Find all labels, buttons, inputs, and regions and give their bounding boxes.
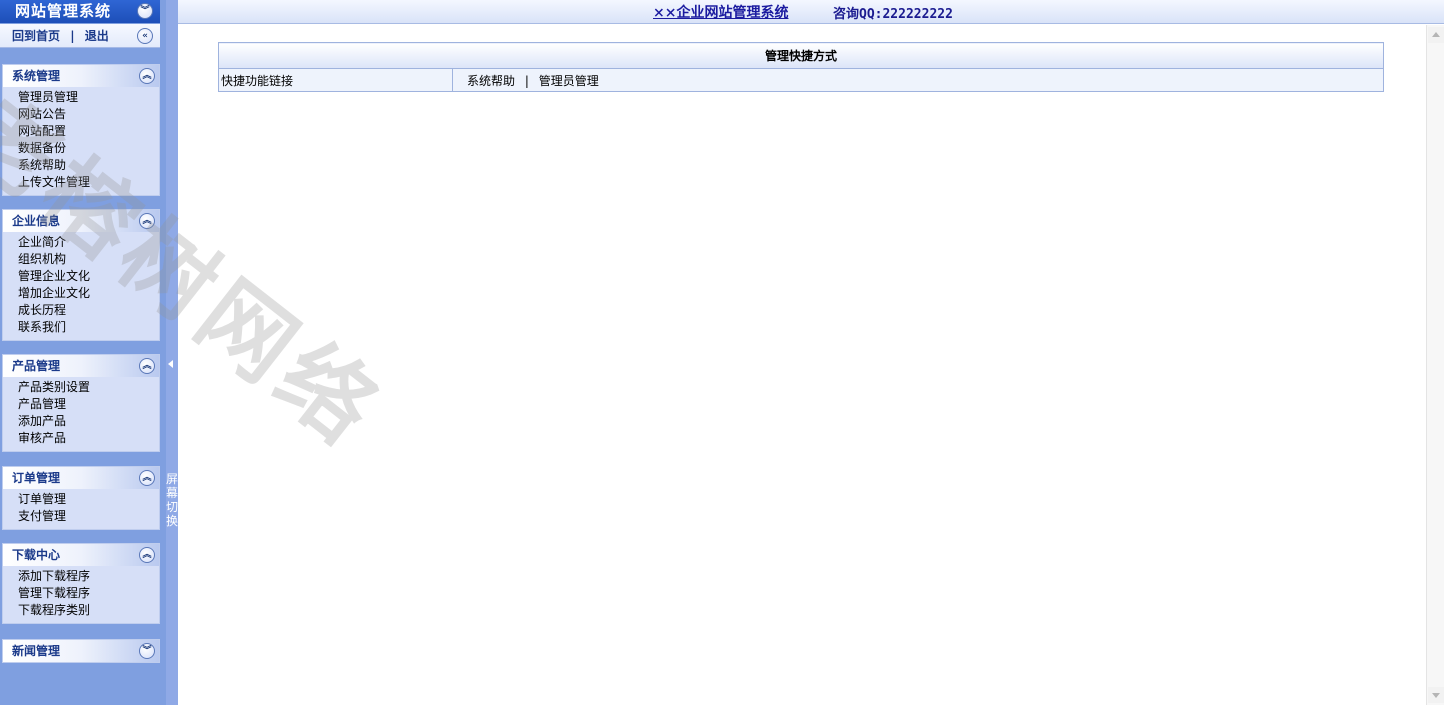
menu-item-admin-manage[interactable]: 管理员管理 [18,89,159,106]
menu-group-system: 系统管理 ︽ 管理员管理 网站公告 网站配置 数据备份 系统帮助 上传文件管理 [2,64,160,196]
top-header: ××企业网站管理系统 咨询QQ:222222222 [178,0,1444,24]
left-sidebar: 网站管理系统 ︾ 回到首页 | 退出 « 系统管理 ︽ 管理员管理 网站公告 网… [0,0,166,705]
menu-group-orders: 订单管理 ︽ 订单管理 支付管理 [2,466,160,530]
system-title: 网站管理系统 [0,0,160,23]
menu-item-system-help[interactable]: 系统帮助 [18,157,159,174]
menu-item-upload-files[interactable]: 上传文件管理 [18,174,159,191]
menu-group-title: 下载中心 [12,548,61,562]
menu-item-add-product[interactable]: 添加产品 [18,413,159,430]
vertical-scrollbar[interactable] [1426,25,1444,705]
double-chevron-up-icon[interactable]: ︽ [139,213,155,229]
qq-contact: 咨询QQ:222222222 [833,7,953,22]
site-title-link[interactable]: ××企业网站管理系统 [653,2,788,22]
menu-group-header-orders[interactable]: 订单管理 ︽ [3,467,159,489]
menu-group-header-downloads[interactable]: 下载中心 ︽ [3,544,159,566]
menu-group-title: 企业信息 [12,214,61,228]
double-chevron-up-icon[interactable]: ︽ [139,470,155,486]
menu-item-site-config[interactable]: 网站配置 [18,123,159,140]
menu-group-header-company[interactable]: 企业信息 ︽ [3,210,159,232]
menu-group-header-news[interactable]: 新闻管理 ︾ [3,640,159,662]
menu-item-manage-download[interactable]: 管理下载程序 [18,585,159,602]
scroll-down-icon[interactable] [1428,687,1444,703]
menu-item-product-categories[interactable]: 产品类别设置 [18,379,159,396]
menu-item-review-product[interactable]: 审核产品 [18,430,159,447]
double-chevron-down-icon[interactable]: ︾ [137,3,153,19]
menu-group-title: 系统管理 [12,69,61,83]
menu-group-header-system[interactable]: 系统管理 ︽ [3,65,159,87]
table-title: 管理快捷方式 [218,42,1384,69]
scroll-up-icon[interactable] [1428,27,1444,43]
double-chevron-up-icon[interactable]: ︽ [139,68,155,84]
shortcut-links: 系统帮助 | 管理员管理 [452,68,1384,92]
menu-group-downloads: 下载中心 ︽ 添加下载程序 管理下载程序 下载程序类别 [2,543,160,624]
main-content: 管理快捷方式 快捷功能链接 系统帮助 | 管理员管理 [178,25,1426,705]
menu-group-title: 订单管理 [12,471,61,485]
double-chevron-left-icon[interactable]: « [137,28,153,44]
link-separator: | [524,73,529,88]
menu-group-products: 产品管理 ︽ 产品类别设置 产品管理 添加产品 审核产品 [2,354,160,452]
screen-switch-toggle[interactable]: 屏幕切换 [166,472,178,528]
menu-item-site-notice[interactable]: 网站公告 [18,106,159,123]
sidebar-splitter[interactable]: 屏幕切换 [166,0,178,705]
menu-group-company: 企业信息 ︽ 企业简介 组织机构 管理企业文化 增加企业文化 成长历程 联系我们 [2,209,160,341]
menu-item-manage-culture[interactable]: 管理企业文化 [18,268,159,285]
table-row: 快捷功能链接 系统帮助 | 管理员管理 [218,68,1384,92]
menu-item-contact[interactable]: 联系我们 [18,319,159,336]
menu-item-add-download[interactable]: 添加下载程序 [18,568,159,585]
shortcut-table: 管理快捷方式 快捷功能链接 系统帮助 | 管理员管理 [218,42,1384,92]
home-logout-bar: 回到首页 | 退出 [0,24,160,48]
menu-item-download-categories[interactable]: 下载程序类别 [18,602,159,619]
menu-item-payment-manage[interactable]: 支付管理 [18,508,159,525]
menu-item-order-manage[interactable]: 订单管理 [18,491,159,508]
menu-group-header-products[interactable]: 产品管理 ︽ [3,355,159,377]
menu-item-company-intro[interactable]: 企业简介 [18,234,159,251]
menu-group-title: 新闻管理 [12,644,61,658]
menu-item-add-culture[interactable]: 增加企业文化 [18,285,159,302]
shortcut-link-system-help[interactable]: 系统帮助 [467,74,515,88]
triangle-left-icon[interactable] [168,360,173,368]
row-label: 快捷功能链接 [218,68,453,92]
menu-item-history[interactable]: 成长历程 [18,302,159,319]
menu-item-product-manage[interactable]: 产品管理 [18,396,159,413]
menu-item-organization[interactable]: 组织机构 [18,251,159,268]
double-chevron-down-icon[interactable]: ︾ [139,643,155,659]
menu-group-news: 新闻管理 ︾ [2,639,160,663]
menu-item-data-backup[interactable]: 数据备份 [18,140,159,157]
shortcut-link-admin-manage[interactable]: 管理员管理 [539,74,599,88]
home-bar-separator: | [70,29,75,43]
menu-group-title: 产品管理 [12,359,61,373]
logout-link[interactable]: 退出 [85,29,109,43]
double-chevron-up-icon[interactable]: ︽ [139,547,155,563]
double-chevron-up-icon[interactable]: ︽ [139,358,155,374]
home-link[interactable]: 回到首页 [12,29,60,43]
